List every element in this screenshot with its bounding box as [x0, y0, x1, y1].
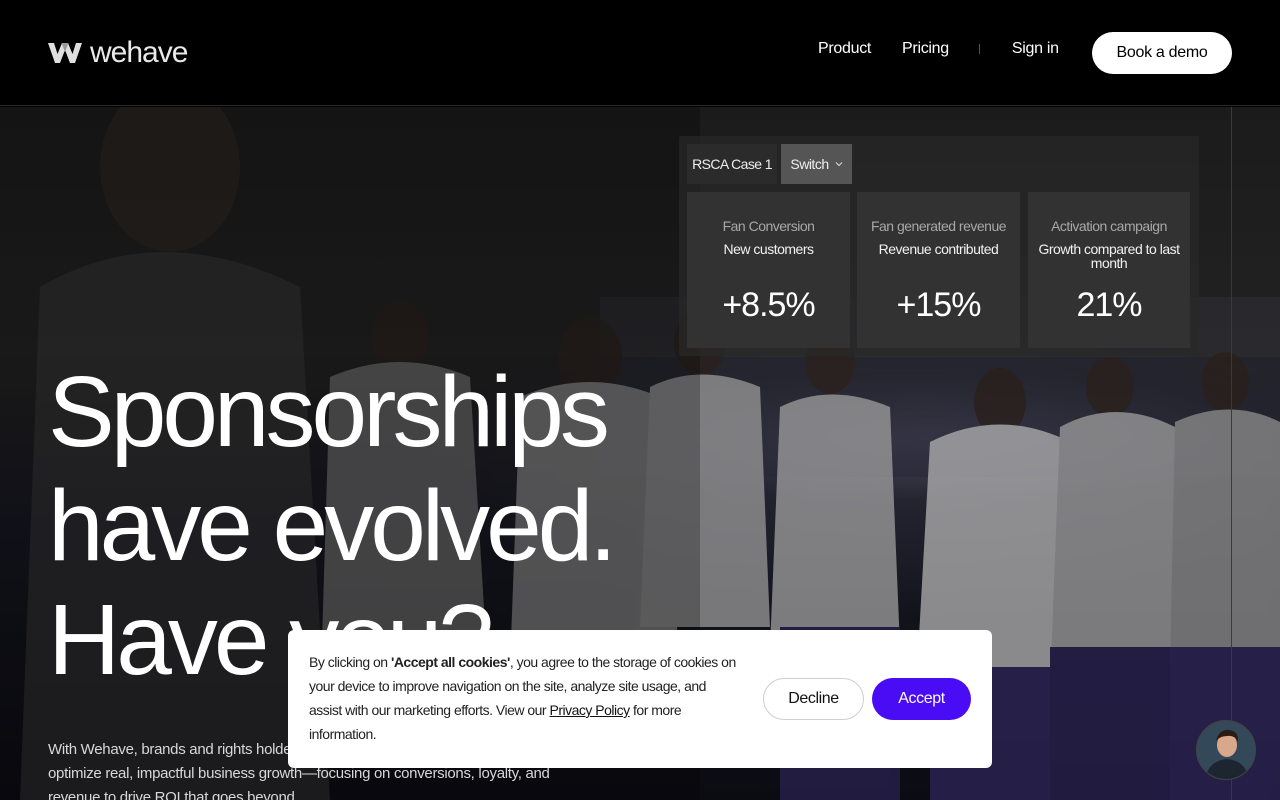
accept-cookies-button[interactable]: Accept: [872, 678, 971, 720]
cookie-text-bold: 'Accept all cookies': [390, 654, 510, 670]
stat-card-subtitle: New customers: [723, 241, 814, 257]
nav-product-link[interactable]: Product: [818, 40, 871, 58]
sign-in-link[interactable]: Sign in: [1012, 40, 1059, 58]
stat-card-subtitle: Revenue contributed: [878, 241, 999, 257]
switch-label: Switch: [790, 156, 829, 172]
privacy-policy-link[interactable]: Privacy Policy: [549, 702, 630, 718]
decorative-vertical-line: [1231, 107, 1232, 800]
main-nav: Product Pricing Sign in: [818, 40, 1090, 58]
chevron-down-icon: [835, 162, 842, 167]
stat-card-fan-revenue: Fan generated revenue Revenue contribute…: [857, 192, 1020, 348]
switch-case-button[interactable]: Switch: [781, 144, 852, 184]
stat-card-value: +15%: [896, 286, 982, 324]
hero-headline-line-1: Sponsorships: [48, 356, 610, 468]
stat-card-fan-conversion: Fan Conversion New customers +8.5%: [687, 192, 850, 348]
cookie-text-before: By clicking on: [309, 654, 391, 670]
case-label: RSCA Case 1: [687, 144, 777, 184]
stat-card-value: 21%: [1076, 286, 1142, 324]
decline-cookies-button[interactable]: Decline: [763, 678, 864, 720]
cookie-text: By clicking on 'Accept all cookies', you…: [309, 650, 739, 746]
wehave-logo-icon: [48, 43, 82, 63]
nav-divider: [978, 44, 980, 54]
stats-panel: RSCA Case 1 Switch Fan Conversion New cu…: [679, 136, 1199, 356]
stat-card-title: Fan generated revenue: [870, 218, 1007, 234]
support-agent-avatar-icon: [1197, 721, 1255, 779]
cookie-banner: By clicking on 'Accept all cookies', you…: [288, 630, 992, 768]
site-header: wehave Product Pricing Sign in Book a de…: [0, 0, 1280, 106]
book-demo-button[interactable]: Book a demo: [1092, 32, 1232, 74]
stat-card-title: Fan Conversion: [722, 218, 815, 234]
stat-card-value: +8.5%: [722, 286, 815, 324]
logo-text: wehave: [90, 36, 188, 69]
chat-avatar[interactable]: [1196, 720, 1256, 780]
stat-card-title: Activation campaign: [1051, 218, 1167, 234]
stat-card-subtitle: Growth compared to last month: [1038, 241, 1180, 271]
nav-pricing-link[interactable]: Pricing: [902, 40, 949, 58]
hero-headline-line-2: have evolved.: [48, 470, 617, 582]
stat-card-activation-campaign: Activation campaign Growth compared to l…: [1028, 192, 1190, 348]
logo[interactable]: wehave: [48, 36, 188, 70]
